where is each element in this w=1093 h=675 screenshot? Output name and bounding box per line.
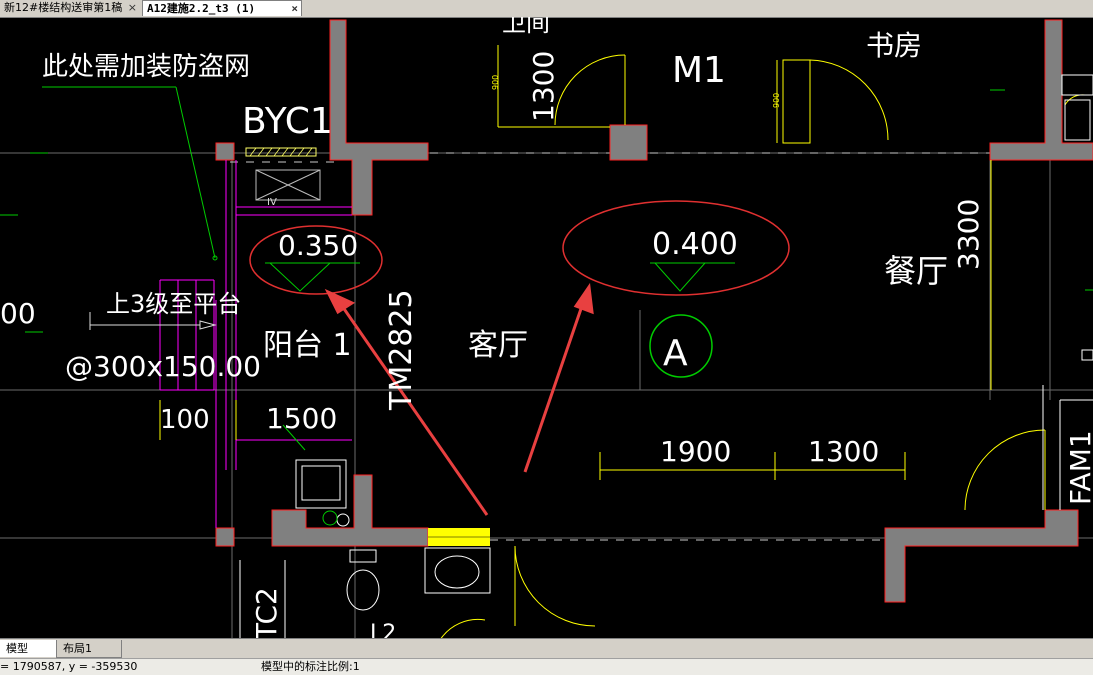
partial-l2-label: L2 xyxy=(370,621,396,638)
door-label-m1: M1 xyxy=(672,50,726,91)
axis-label-a: A xyxy=(663,333,688,374)
door-label-fam1: FAM1 xyxy=(1064,430,1093,505)
partial-left-number: 00 xyxy=(0,297,36,330)
dim-label-1300-bottom: 1300 xyxy=(808,435,879,468)
close-icon[interactable]: × xyxy=(128,0,137,16)
layout-tab-bar: 模型 布局1 xyxy=(0,638,1093,659)
svg-text:IV: IV xyxy=(267,197,277,208)
partial-top-text: 卫间 xyxy=(502,17,550,37)
close-icon[interactable]: × xyxy=(291,1,298,17)
dim-label-3300: 3300 xyxy=(952,199,985,270)
byc1-hatch xyxy=(249,147,313,157)
cursor-coordinates: = 1790587, y = -359530 xyxy=(0,660,138,673)
level-value-living: 0.400 xyxy=(652,227,738,262)
dim-label-1300-top: 1300 xyxy=(527,51,560,122)
ac-unit xyxy=(255,169,321,201)
document-tab-bar: 新12#楼结构送审第1稿 × A12建施2.2_t3 (1) × xyxy=(0,0,1093,18)
cad-drawing-canvas[interactable]: 此处需加装防盗网 BYC1 0.350 0.400 M1 书房 餐厅 客厅 阳台… xyxy=(0,17,1093,638)
level-value-balcony: 0.350 xyxy=(278,229,358,262)
security-net-note: 此处需加装防盗网 xyxy=(42,52,250,82)
document-tab-structure[interactable]: 新12#楼结构送审第1稿 × xyxy=(0,0,140,16)
annotation-scale: 模型中的标注比例:1 xyxy=(261,660,360,673)
room-label-balcony: 阳台 1 xyxy=(263,328,352,363)
walls xyxy=(215,19,1093,603)
window-label-byc1: BYC1 xyxy=(242,101,333,142)
door-swings xyxy=(440,54,1086,638)
tab-label: A12建施2.2_t3 (1) xyxy=(147,2,256,15)
document-tab-architecture[interactable]: A12建施2.2_t3 (1) × xyxy=(142,0,302,16)
dim-label-900-a: 900 xyxy=(491,75,500,90)
status-bar: = 1790587, y = -359530 模型中的标注比例:1 xyxy=(0,658,1093,675)
room-label-study: 书房 xyxy=(866,29,922,62)
stair-note: 上3级至平台 xyxy=(106,290,241,318)
stair-spec: @300x150.00 xyxy=(65,350,261,383)
room-label-dining: 餐厅 xyxy=(884,252,948,290)
dim-label-900-b: 900 xyxy=(772,93,781,108)
door-label-tm2825: TM2825 xyxy=(384,289,419,411)
window-label-tc2: TC2 xyxy=(250,587,283,638)
tab-label: 新12#楼结构送审第1稿 xyxy=(4,1,123,14)
tab-layout1[interactable]: 布局1 xyxy=(56,640,122,658)
dim-label-100: 100 xyxy=(160,405,210,435)
dim-label-1900: 1900 xyxy=(660,435,731,468)
tab-model[interactable]: 模型 xyxy=(0,640,59,657)
room-label-living: 客厅 xyxy=(468,328,528,363)
dim-label-1500: 1500 xyxy=(266,402,337,435)
level-markers xyxy=(265,262,735,292)
